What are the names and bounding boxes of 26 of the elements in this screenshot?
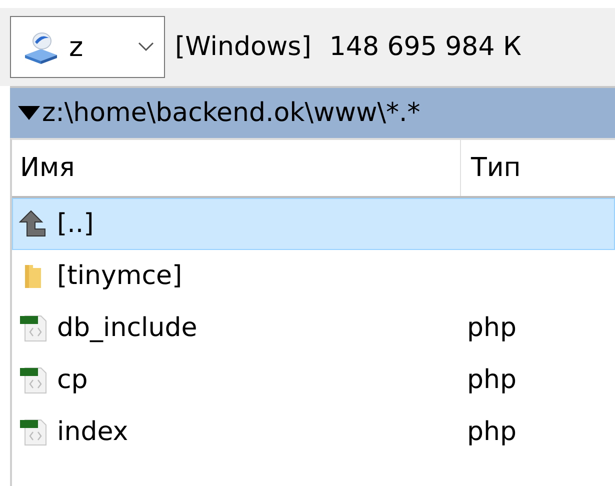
file-type: php (466, 417, 516, 447)
php-file-icon (19, 314, 47, 342)
column-header[interactable]: Тип (461, 153, 521, 183)
file-name: [tinymce] (57, 261, 182, 291)
path-text: z:\home\backend.ok\www\*.* (42, 98, 420, 128)
file-row[interactable]: [..] (12, 198, 615, 250)
file-type: php (466, 313, 516, 343)
file-type: php (466, 365, 516, 395)
php-file-icon (19, 418, 47, 446)
caret-icon (138, 42, 154, 52)
php-file-icon (19, 366, 47, 394)
file-name: db_include (57, 313, 198, 343)
file-row[interactable]: index php (12, 406, 615, 458)
up-arrow-icon (19, 210, 47, 238)
free-space: 148 695 984 К (329, 32, 522, 62)
triangle-icon (18, 106, 40, 120)
drive-letter: z (69, 32, 84, 62)
file-name: cp (57, 365, 88, 395)
drive-dropdown[interactable]: z (10, 16, 165, 78)
file-name: [..] (57, 209, 94, 239)
file-row[interactable]: [tinymce] (12, 250, 615, 302)
volume-label: [Windows] (175, 32, 312, 62)
column-header[interactable]: Имя (12, 140, 461, 196)
file-row[interactable]: db_include php (12, 302, 615, 354)
file-name: index (57, 417, 128, 447)
file-row[interactable]: cp php (12, 354, 615, 406)
